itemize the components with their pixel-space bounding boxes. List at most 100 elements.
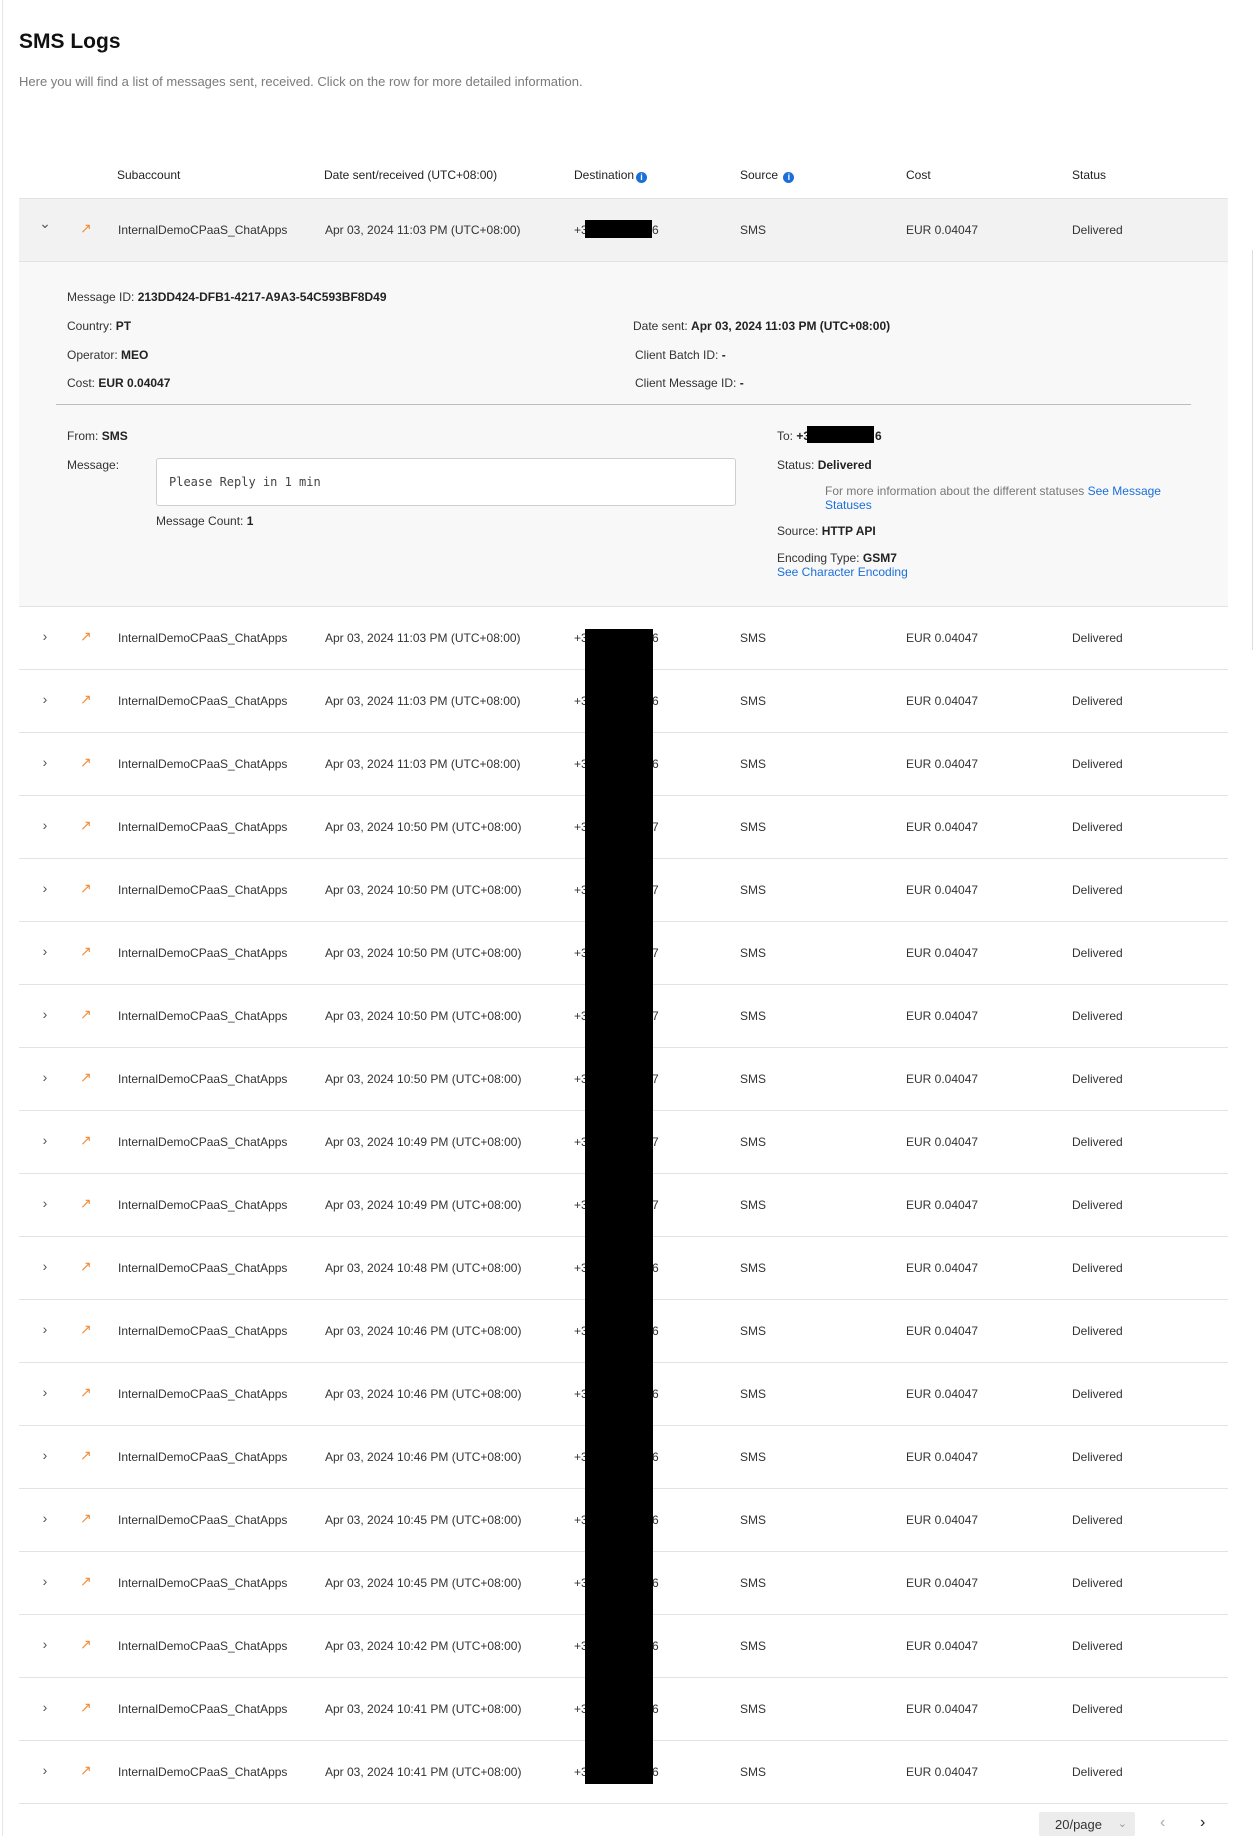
header-cost[interactable]: Cost: [906, 168, 931, 182]
cell-source: SMS: [740, 946, 767, 960]
row-detail-panel: Message ID: 213DD424-DFB1-4217-A9A3-54C5…: [19, 262, 1228, 607]
chevron-down-icon: ⌄: [1117, 1818, 1127, 1830]
cell-cost: EUR 0.04047: [906, 1450, 979, 1464]
chevron-right-icon[interactable]: ›: [37, 1006, 53, 1022]
header-destination[interactable]: Destination i: [574, 168, 648, 183]
chevron-right-icon[interactable]: ›: [37, 691, 53, 707]
cell-status: Delivered: [1072, 631, 1123, 645]
chevron-down-icon[interactable]: ⌄: [37, 215, 53, 231]
cell-destination-suffix: 7: [652, 1009, 659, 1023]
detail-date-sent-value: Apr 03, 2024 11:03 PM (UTC+08:00): [691, 319, 891, 333]
status-info-label: For more information about the different…: [825, 484, 1085, 498]
detail-client-batch-value: -: [721, 348, 726, 362]
outgoing-arrow-icon: ↗: [80, 1447, 92, 1463]
cell-cost: EUR 0.04047: [906, 223, 979, 237]
cell-source: SMS: [740, 1639, 767, 1653]
cell-cost: EUR 0.04047: [906, 946, 979, 960]
cell-cost: EUR 0.04047: [906, 1324, 979, 1338]
cell-date: Apr 03, 2024 10:42 PM (UTC+08:00): [325, 1639, 522, 1653]
table-header: Subaccount Date sent/received (UTC+08:00…: [19, 150, 1228, 199]
cell-source: SMS: [740, 820, 767, 834]
chevron-right-icon[interactable]: ›: [37, 1447, 53, 1463]
chevron-right-icon[interactable]: ›: [37, 628, 53, 644]
detail-from-label: From:: [67, 429, 99, 443]
chevron-right-icon[interactable]: ›: [37, 1384, 53, 1400]
next-page-button[interactable]: ›: [1200, 1814, 1205, 1832]
cell-destination-suffix: 6: [652, 631, 659, 645]
chevron-right-icon[interactable]: ›: [37, 1573, 53, 1589]
cell-source: SMS: [740, 1072, 767, 1086]
header-subaccount[interactable]: Subaccount: [117, 168, 180, 182]
detail-encoding: Encoding Type: GSM7: [777, 551, 897, 565]
cell-status: Delivered: [1072, 1702, 1123, 1716]
cell-cost: EUR 0.04047: [906, 757, 979, 771]
outgoing-arrow-icon: ↗: [80, 1636, 92, 1652]
chevron-right-icon[interactable]: ›: [37, 1699, 53, 1715]
outgoing-arrow-icon: ↗: [80, 628, 92, 644]
chevron-right-icon[interactable]: ›: [37, 1321, 53, 1337]
chevron-right-icon[interactable]: ›: [37, 1510, 53, 1526]
detail-operator-label: Operator:: [67, 348, 118, 362]
outgoing-arrow-icon: ↗: [80, 880, 92, 896]
cell-cost: EUR 0.04047: [906, 1702, 979, 1716]
cell-date: Apr 03, 2024 11:03 PM (UTC+08:00): [325, 223, 521, 237]
cell-destination-suffix: 7: [652, 1198, 659, 1212]
cell-source: SMS: [740, 694, 767, 708]
cell-cost: EUR 0.04047: [906, 1576, 979, 1590]
detail-cost-value: EUR 0.04047: [98, 376, 171, 390]
detail-message-count: Message Count: 1: [156, 514, 253, 528]
cell-date: Apr 03, 2024 10:46 PM (UTC+08:00): [325, 1387, 522, 1401]
chevron-right-icon[interactable]: ›: [37, 1762, 53, 1778]
chevron-right-icon[interactable]: ›: [37, 1069, 53, 1085]
redaction-block: [585, 629, 653, 1784]
chevron-right-icon[interactable]: ›: [37, 943, 53, 959]
detail-operator: Operator: MEO: [67, 348, 148, 362]
prev-page-button[interactable]: ‹: [1160, 1814, 1165, 1832]
cell-cost: EUR 0.04047: [906, 631, 979, 645]
outgoing-arrow-icon: ↗: [80, 1699, 92, 1715]
chevron-right-icon[interactable]: ›: [37, 1195, 53, 1211]
cell-date: Apr 03, 2024 10:46 PM (UTC+08:00): [325, 1450, 522, 1464]
cell-status: Delivered: [1072, 946, 1123, 960]
cell-source: SMS: [740, 1387, 767, 1401]
cell-date: Apr 03, 2024 10:41 PM (UTC+08:00): [325, 1702, 522, 1716]
cell-date: Apr 03, 2024 10:45 PM (UTC+08:00): [325, 1513, 522, 1527]
cell-subaccount: InternalDemoCPaaS_ChatApps: [118, 1387, 288, 1401]
info-icon[interactable]: i: [636, 172, 648, 183]
detail-status-label: Status:: [777, 458, 815, 472]
info-icon[interactable]: i: [783, 172, 795, 183]
page-size-select[interactable]: 20/page ⌄: [1039, 1812, 1135, 1836]
scrollbar[interactable]: [1252, 250, 1256, 650]
header-destination-label: Destination: [574, 168, 635, 182]
outgoing-arrow-icon: ↗: [80, 754, 92, 770]
chevron-right-icon[interactable]: ›: [37, 817, 53, 833]
cell-destination-suffix: 7: [652, 883, 659, 897]
chevron-right-icon[interactable]: ›: [37, 1636, 53, 1652]
cell-source: SMS: [740, 223, 767, 237]
header-status[interactable]: Status: [1072, 168, 1106, 182]
cell-destination-suffix: 6: [652, 1387, 659, 1401]
detail-country-label: Country:: [67, 319, 113, 333]
cell-subaccount: InternalDemoCPaaS_ChatApps: [118, 1324, 288, 1338]
header-source[interactable]: Source i: [740, 168, 795, 183]
chevron-right-icon[interactable]: ›: [37, 754, 53, 770]
detail-message-count-label: Message Count:: [156, 514, 244, 528]
cell-status: Delivered: [1072, 1387, 1123, 1401]
cell-destination-suffix: 7: [652, 1135, 659, 1149]
cell-destination-suffix: 6: [652, 1639, 659, 1653]
chevron-right-icon[interactable]: ›: [37, 1258, 53, 1274]
cell-subaccount: InternalDemoCPaaS_ChatApps: [118, 1072, 288, 1086]
cell-status: Delivered: [1072, 1261, 1123, 1275]
cell-destination-suffix: 7: [652, 820, 659, 834]
chevron-right-icon[interactable]: ›: [37, 880, 53, 896]
cell-date: Apr 03, 2024 10:48 PM (UTC+08:00): [325, 1261, 522, 1275]
detail-cost: Cost: EUR 0.04047: [67, 376, 170, 390]
cell-subaccount: InternalDemoCPaaS_ChatApps: [118, 1198, 288, 1212]
cell-date: Apr 03, 2024 10:45 PM (UTC+08:00): [325, 1576, 522, 1590]
cell-cost: EUR 0.04047: [906, 1135, 979, 1149]
cell-source: SMS: [740, 1450, 767, 1464]
chevron-right-icon[interactable]: ›: [37, 1132, 53, 1148]
header-date[interactable]: Date sent/received (UTC+08:00): [324, 168, 497, 182]
detail-from: From: SMS: [67, 429, 128, 443]
see-character-encoding-link[interactable]: See Character Encoding: [777, 565, 908, 579]
